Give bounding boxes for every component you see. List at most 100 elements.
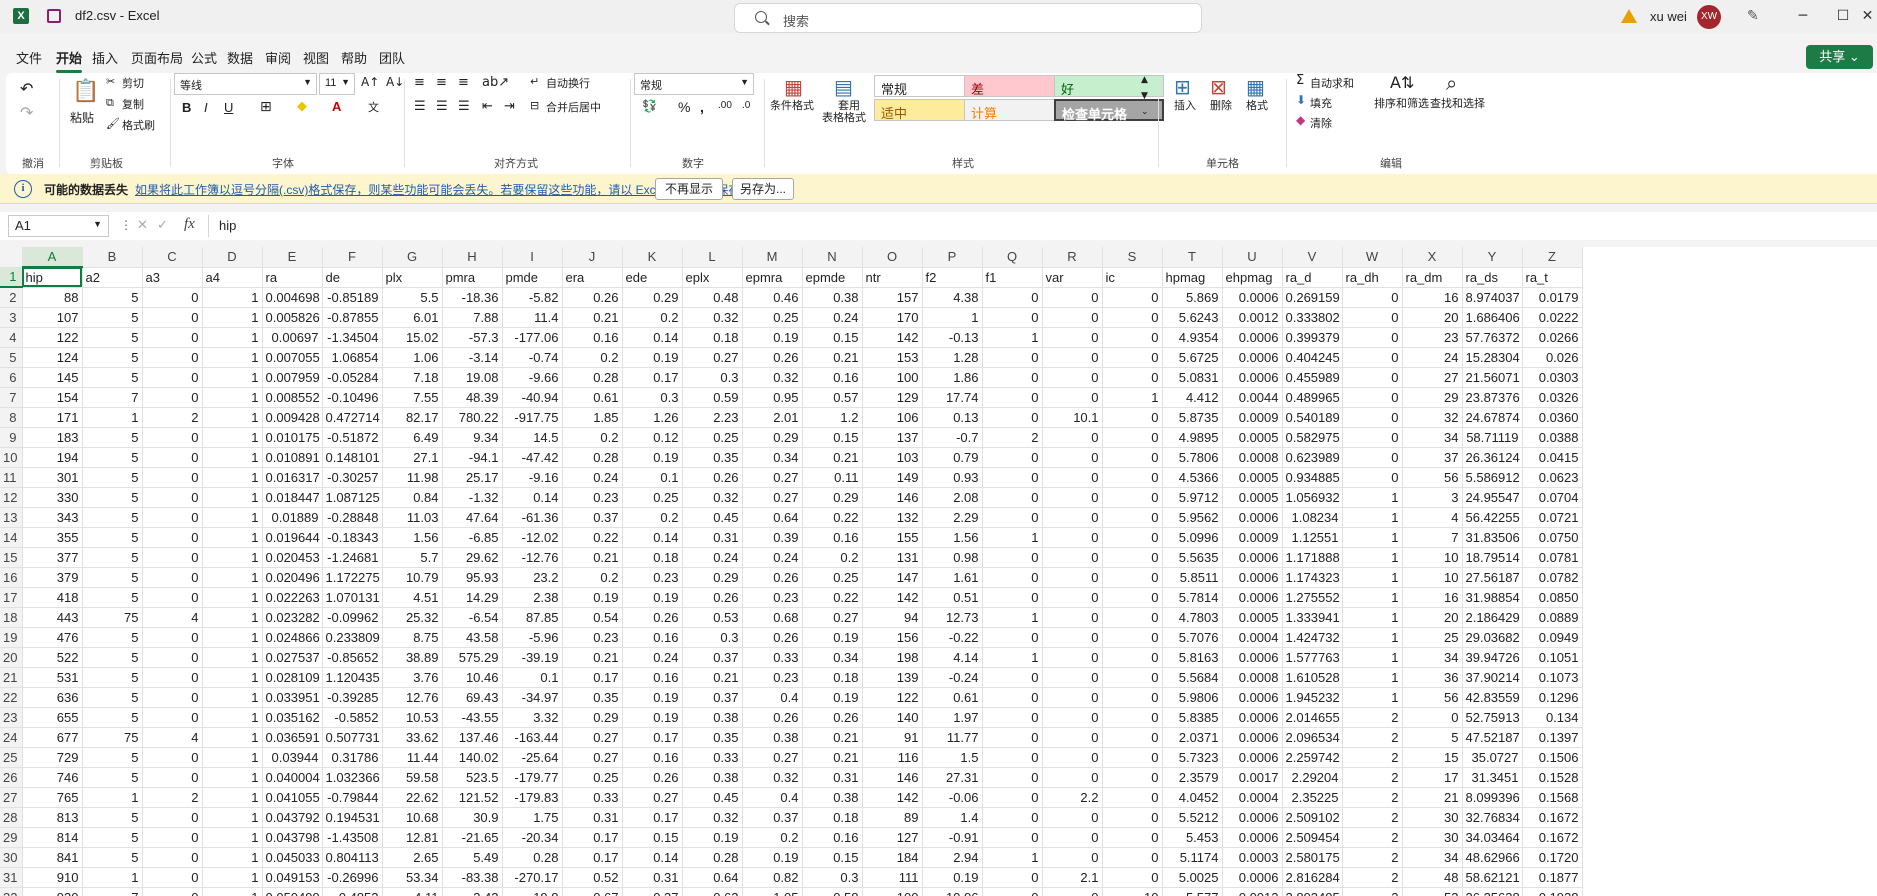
table-cell[interactable]: 0 bbox=[1042, 567, 1103, 588]
header-cell[interactable]: hpmag bbox=[1162, 267, 1223, 288]
table-cell[interactable]: 3.32 bbox=[502, 707, 563, 728]
table-cell[interactable]: 0 bbox=[1342, 387, 1403, 408]
table-cell[interactable]: 0 bbox=[142, 747, 203, 768]
header-cell[interactable]: pmde bbox=[502, 267, 563, 288]
table-cell[interactable]: 0.010891 bbox=[262, 447, 323, 468]
table-cell[interactable]: 0.38 bbox=[742, 727, 803, 748]
table-cell[interactable]: 23.2 bbox=[502, 567, 563, 588]
table-cell[interactable]: 0.0006 bbox=[1222, 827, 1283, 848]
table-cell[interactable]: 2 bbox=[1342, 707, 1403, 728]
table-cell[interactable]: 0.68 bbox=[742, 607, 803, 628]
table-cell[interactable]: 107 bbox=[22, 307, 83, 328]
table-cell[interactable]: 5.453 bbox=[1162, 827, 1223, 848]
table-cell[interactable]: 0.21 bbox=[802, 347, 863, 368]
table-cell[interactable]: 0.0044 bbox=[1222, 387, 1283, 408]
table-cell[interactable]: 0.018447 bbox=[262, 487, 323, 508]
table-cell[interactable]: 5.8735 bbox=[1162, 407, 1223, 428]
table-cell[interactable]: 0.25 bbox=[562, 767, 623, 788]
table-cell[interactable]: 0 bbox=[142, 487, 203, 508]
table-cell[interactable]: 155 bbox=[862, 527, 923, 548]
row-header[interactable]: 11 bbox=[0, 467, 23, 488]
table-cell[interactable]: -40.94 bbox=[502, 387, 563, 408]
table-cell[interactable]: 21.56071 bbox=[1462, 367, 1523, 388]
table-cell[interactable]: 2 bbox=[1342, 767, 1403, 788]
table-cell[interactable]: 5 bbox=[1402, 727, 1463, 748]
font-name-select[interactable]: 等线 ▼ bbox=[174, 73, 317, 95]
table-cell[interactable]: 418 bbox=[22, 587, 83, 608]
table-cell[interactable]: 343 bbox=[22, 507, 83, 528]
table-cell[interactable]: 1 bbox=[202, 467, 263, 488]
table-cell[interactable]: 0.16 bbox=[802, 527, 863, 548]
row-header[interactable]: 18 bbox=[0, 607, 23, 628]
table-cell[interactable]: 0 bbox=[1102, 467, 1163, 488]
table-cell[interactable]: 0.03944 bbox=[262, 747, 323, 768]
table-cell[interactable]: 10 bbox=[1402, 567, 1463, 588]
table-cell[interactable]: 5.5635 bbox=[1162, 547, 1223, 568]
table-cell[interactable]: 0.4 bbox=[742, 687, 803, 708]
table-cell[interactable]: 0.18 bbox=[802, 667, 863, 688]
table-cell[interactable]: 0.1528 bbox=[1522, 767, 1583, 788]
table-cell[interactable]: 0.32 bbox=[742, 367, 803, 388]
table-cell[interactable]: 531 bbox=[22, 667, 83, 688]
font-color-icon[interactable]: A bbox=[332, 99, 341, 114]
table-cell[interactable]: 0.27 bbox=[562, 727, 623, 748]
table-cell[interactable]: 1.172275 bbox=[322, 567, 383, 588]
table-cell[interactable]: 0.29 bbox=[742, 427, 803, 448]
user-name[interactable]: xu wei bbox=[1650, 9, 1687, 24]
table-cell[interactable]: 0.37 bbox=[682, 687, 743, 708]
table-cell[interactable]: 2 bbox=[982, 427, 1043, 448]
table-cell[interactable]: 0.016317 bbox=[262, 467, 323, 488]
table-cell[interactable]: 1 bbox=[202, 827, 263, 848]
column-header-r[interactable]: R bbox=[1042, 247, 1103, 268]
table-cell[interactable]: -39.19 bbox=[502, 647, 563, 668]
table-cell[interactable]: 7 bbox=[82, 887, 143, 896]
table-cell[interactable]: 0.27 bbox=[742, 467, 803, 488]
table-cell[interactable]: 0.19 bbox=[622, 587, 683, 608]
table-cell[interactable]: -94.1 bbox=[442, 447, 503, 468]
decrease-decimal-icon[interactable]: .0 bbox=[742, 100, 750, 111]
table-cell[interactable]: 0.0012 bbox=[1222, 887, 1283, 896]
table-cell[interactable]: 27.31 bbox=[922, 767, 983, 788]
table-cell[interactable]: 0.582975 bbox=[1282, 427, 1343, 448]
table-cell[interactable]: 5 bbox=[82, 687, 143, 708]
table-cell[interactable]: 5 bbox=[82, 747, 143, 768]
table-cell[interactable]: 1.032366 bbox=[322, 767, 383, 788]
table-cell[interactable]: 0 bbox=[982, 387, 1043, 408]
autosum-icon[interactable]: Σ bbox=[1296, 73, 1304, 88]
table-cell[interactable]: -917.75 bbox=[502, 407, 563, 428]
paste-button[interactable]: 粘贴 bbox=[70, 109, 94, 126]
row-header[interactable]: 4 bbox=[0, 327, 23, 348]
table-cell[interactable]: 29 bbox=[1402, 387, 1463, 408]
table-cell[interactable]: 1 bbox=[202, 847, 263, 868]
table-cell[interactable]: 0.26 bbox=[682, 587, 743, 608]
table-cell[interactable]: 0.19 bbox=[562, 587, 623, 608]
table-cell[interactable]: 0 bbox=[1042, 447, 1103, 468]
grow-font-icon[interactable]: A↑ bbox=[361, 75, 379, 89]
table-cell[interactable]: 0.050499 bbox=[262, 887, 323, 896]
table-cell[interactable]: 0.0009 bbox=[1222, 527, 1283, 548]
table-cell[interactable]: 0 bbox=[142, 807, 203, 828]
table-cell[interactable]: 0 bbox=[1102, 747, 1163, 768]
table-cell[interactable]: 0.020496 bbox=[262, 567, 323, 588]
number-format-select[interactable]: 常规 ▼ bbox=[634, 73, 754, 95]
table-cell[interactable]: 139 bbox=[862, 667, 923, 688]
table-cell[interactable]: 4 bbox=[142, 727, 203, 748]
table-cell[interactable]: 0.455989 bbox=[1282, 367, 1343, 388]
find-select-button[interactable]: 查找和选择 bbox=[1430, 95, 1485, 111]
row-header[interactable]: 9 bbox=[0, 427, 23, 448]
menu-team[interactable]: 团队 bbox=[379, 48, 405, 67]
table-cell[interactable]: 5.5684 bbox=[1162, 667, 1223, 688]
table-cell[interactable]: 0 bbox=[142, 367, 203, 388]
table-cell[interactable]: 56.42255 bbox=[1462, 507, 1523, 528]
header-cell[interactable]: eplx bbox=[682, 267, 743, 288]
column-header-h[interactable]: H bbox=[442, 247, 503, 268]
table-cell[interactable]: 20 bbox=[1402, 607, 1463, 628]
table-cell[interactable]: 0 bbox=[1042, 547, 1103, 568]
table-cell[interactable]: 0.23 bbox=[562, 627, 623, 648]
table-cell[interactable]: 2.65 bbox=[382, 847, 443, 868]
table-cell[interactable]: 0.0012 bbox=[1222, 307, 1283, 328]
column-header-t[interactable]: T bbox=[1162, 247, 1223, 268]
table-cell[interactable]: 0.31 bbox=[622, 867, 683, 888]
save-as-button[interactable]: 另存为... bbox=[732, 178, 794, 200]
table-cell[interactable]: 10.53 bbox=[382, 707, 443, 728]
